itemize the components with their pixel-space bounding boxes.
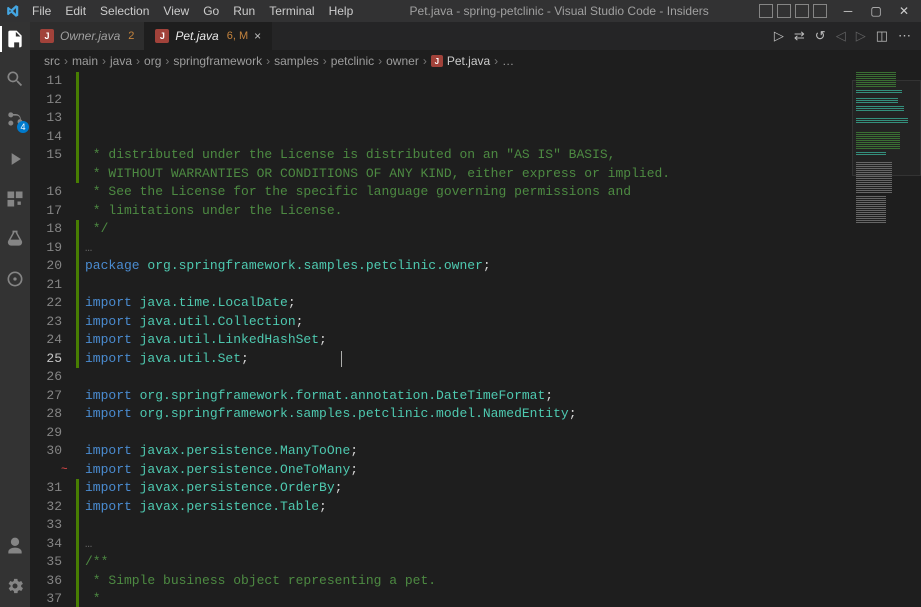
chevron-right-icon: › <box>494 54 498 68</box>
layout-sidebar-icon[interactable] <box>759 4 773 18</box>
split-editor-icon[interactable]: ◫ <box>876 28 888 44</box>
chevron-right-icon: › <box>64 54 68 68</box>
menu-view[interactable]: View <box>157 2 195 20</box>
menu-terminal[interactable]: Terminal <box>263 2 320 20</box>
testing-icon[interactable] <box>4 228 26 250</box>
tab-problems-badge: 6, M <box>227 30 248 42</box>
chevron-right-icon: › <box>423 54 427 68</box>
menu-bar: File Edit Selection View Go Run Terminal… <box>26 2 359 20</box>
chevron-right-icon: › <box>378 54 382 68</box>
nav-back-icon[interactable]: ◁ <box>836 28 846 44</box>
bc-seg[interactable]: org <box>144 54 161 68</box>
tab-close-icon[interactable]: × <box>254 29 261 43</box>
nav-fwd-icon[interactable]: ▷ <box>856 28 866 44</box>
bc-seg[interactable]: java <box>110 54 132 68</box>
tab-label: Pet.java <box>175 29 218 43</box>
menu-selection[interactable]: Selection <box>94 2 155 20</box>
bc-symbol[interactable]: … <box>502 54 514 68</box>
line-number-gutter: 1112131415161718192021222324252627282930… <box>30 72 76 607</box>
source-control-icon[interactable]: 4 <box>4 108 26 130</box>
close-button[interactable]: ✕ <box>893 4 915 18</box>
editor-actions: ▷ ⇄ ↺ ◁ ▷ ◫ ⋯ <box>764 22 921 50</box>
java-file-icon: J <box>155 29 169 43</box>
bc-seg[interactable]: samples <box>274 54 319 68</box>
chevron-right-icon: › <box>266 54 270 68</box>
tab-pet-java[interactable]: J Pet.java 6, M × <box>145 22 272 50</box>
accounts-icon[interactable] <box>4 535 26 557</box>
text-cursor <box>341 351 342 367</box>
more-actions-icon[interactable]: ⋯ <box>898 28 911 44</box>
code-editor[interactable]: 1112131415161718192021222324252627282930… <box>30 72 921 607</box>
revert-icon[interactable]: ↺ <box>815 28 826 44</box>
chevron-right-icon: › <box>323 54 327 68</box>
explorer-icon[interactable] <box>4 28 26 50</box>
layout-secondary-icon[interactable] <box>795 4 809 18</box>
diff-icon[interactable]: ⇄ <box>794 28 805 44</box>
menu-go[interactable]: Go <box>197 2 225 20</box>
remote-icon[interactable] <box>4 268 26 290</box>
tab-label: Owner.java <box>60 29 120 43</box>
minimize-button[interactable]: ─ <box>837 4 859 18</box>
run-icon[interactable]: ▷ <box>774 28 784 44</box>
java-file-icon: J <box>431 55 443 67</box>
chevron-right-icon: › <box>136 54 140 68</box>
activity-bar: 4 <box>0 22 30 607</box>
breadcrumbs[interactable]: src › main › java › org › springframework › s… <box>30 50 921 72</box>
maximize-button[interactable]: ▢ <box>865 4 887 18</box>
java-file-icon: J <box>40 29 54 43</box>
bc-seg[interactable]: main <box>72 54 98 68</box>
menu-run[interactable]: Run <box>227 2 261 20</box>
tab-problems-badge: 2 <box>128 30 134 42</box>
scm-badge: 4 <box>17 121 29 133</box>
layout-toggles[interactable] <box>759 4 827 18</box>
bc-seg[interactable]: petclinic <box>331 54 374 68</box>
layout-full-icon[interactable] <box>813 4 827 18</box>
app-icon <box>6 4 20 18</box>
search-icon[interactable] <box>4 68 26 90</box>
error-squiggle: ~ <box>61 461 68 480</box>
tab-bar: J Owner.java 2 J Pet.java 6, M × ▷ ⇄ ↺ ◁… <box>30 22 921 50</box>
chevron-right-icon: › <box>102 54 106 68</box>
layout-panel-icon[interactable] <box>777 4 791 18</box>
code-content[interactable]: ~ * distributed under the License is dis… <box>79 72 851 607</box>
menu-help[interactable]: Help <box>323 2 360 20</box>
title-bar: File Edit Selection View Go Run Terminal… <box>0 0 921 22</box>
bc-file[interactable]: Pet.java <box>447 54 490 68</box>
window-title: Pet.java - spring-petclinic - Visual Stu… <box>359 4 759 18</box>
bc-seg[interactable]: springframework <box>173 54 262 68</box>
minimap[interactable] <box>851 72 921 607</box>
run-debug-icon[interactable] <box>4 148 26 170</box>
bc-seg[interactable]: src <box>44 54 60 68</box>
menu-edit[interactable]: Edit <box>59 2 92 20</box>
tab-owner-java[interactable]: J Owner.java 2 <box>30 22 145 50</box>
settings-icon[interactable] <box>4 575 26 597</box>
extensions-icon[interactable] <box>4 188 26 210</box>
chevron-right-icon: › <box>165 54 169 68</box>
bc-seg[interactable]: owner <box>386 54 419 68</box>
menu-file[interactable]: File <box>26 2 57 20</box>
